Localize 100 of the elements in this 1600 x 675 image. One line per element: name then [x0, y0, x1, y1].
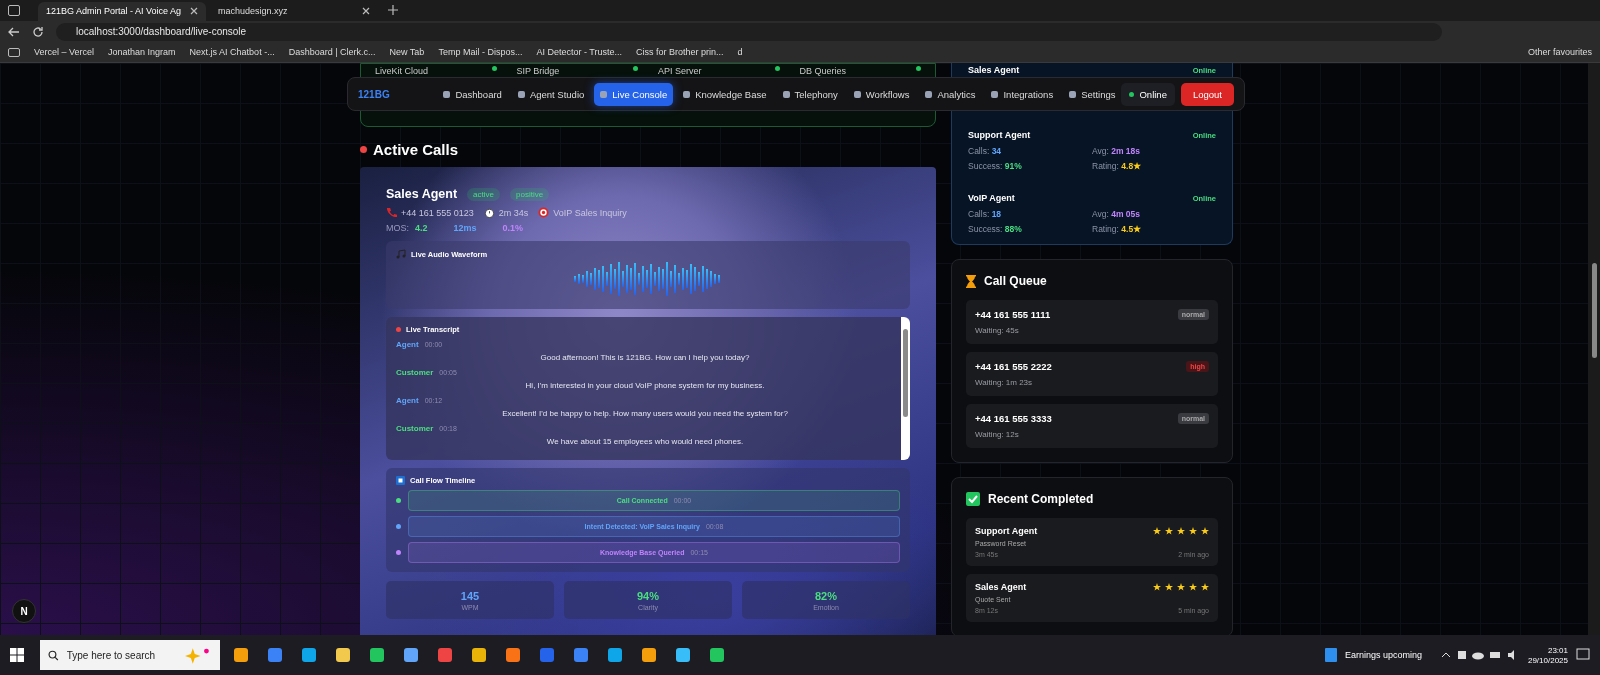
target-icon: [538, 207, 550, 218]
news-icon[interactable]: [1324, 648, 1337, 662]
other-favourites-link[interactable]: Other favourites: [1527, 47, 1592, 58]
bookmark-link[interactable]: Jonathan Ingram: [108, 47, 176, 58]
status-tag: active: [467, 187, 500, 201]
close-icon[interactable]: [190, 7, 198, 16]
live-dot-icon: [396, 327, 401, 332]
transcript-message: We have about 15 employees who would need phones.: [545, 437, 745, 446]
agent-name: Sales Agent: [968, 65, 1020, 75]
wait-time: Waiting: 45s: [975, 326, 1020, 335]
notification-icon[interactable]: [1576, 648, 1590, 662]
clock-date: 29/10/2025: [1527, 655, 1568, 665]
agent-name: Sales Agent: [975, 582, 1027, 592]
call-intent: VoIP Sales Inquiry: [553, 207, 627, 218]
sparkle-icon: [184, 646, 212, 664]
agent-name: Sales Agent: [386, 187, 458, 201]
card-title: Call Queue: [984, 274, 1047, 288]
taskbar-search-field[interactable]: Type here to search: [40, 640, 220, 670]
search-input[interactable]: Type here to search: [64, 648, 179, 662]
agent-stat: Success: 88%: [968, 224, 1023, 234]
star-icon: [1177, 583, 1185, 591]
tab-actions-icon[interactable]: [8, 4, 20, 16]
bookmark-bar-icon[interactable]: [8, 47, 20, 57]
wait-time: Waiting: 12s: [975, 430, 1020, 439]
star-icon: [1165, 527, 1173, 535]
search-icon: [48, 649, 59, 661]
agent-stat: Avg: 2m 18s: [1092, 146, 1142, 156]
status-dot-icon: [774, 66, 780, 71]
star-icon: [1189, 583, 1197, 591]
browser-tab[interactable]: machudesign.xyz: [210, 1, 378, 21]
speaker-name: Customer: [396, 368, 434, 377]
back-icon[interactable]: [8, 25, 20, 38]
hourglass-icon: [966, 274, 976, 288]
scrollbar[interactable]: [901, 317, 910, 460]
nav-tab[interactable]: Analytics: [919, 82, 982, 106]
phone-icon: [386, 207, 397, 218]
agent-stat: Rating: 4.8★: [1092, 161, 1143, 171]
windows-start-icon[interactable]: [10, 648, 24, 662]
address-bar[interactable]: localhost:3000/dashboard/live-console: [56, 22, 1442, 41]
agent-stat: Avg: 4m 05s: [1092, 209, 1142, 219]
new-tab-icon[interactable]: [388, 5, 398, 16]
close-icon[interactable]: [362, 7, 370, 16]
agent-name: Support Agent: [968, 130, 1031, 140]
live-dot-icon: [360, 146, 367, 153]
transcript-message: Excellent! I'd be happy to help. How many users would you need the system for?: [501, 409, 789, 418]
service-name: DB Queries: [799, 66, 847, 76]
star-icon: [1153, 583, 1161, 591]
metric-label: MOS:: [386, 223, 409, 233]
timeline-icon: [396, 476, 405, 485]
bookmark-link[interactable]: Ciss for Brother prin...: [635, 47, 724, 58]
star-icon: [1153, 527, 1161, 535]
page-scrollbar[interactable]: [1588, 63, 1600, 635]
nav-tab[interactable]: Workflows: [847, 82, 916, 106]
stat-value: 94%: [637, 589, 659, 602]
transcript-message: Hi, I'm interested in your cloud VoIP phone system for my business.: [524, 381, 766, 390]
status-tag: positive: [510, 187, 550, 201]
agent-stat: Calls: 18: [968, 209, 1003, 219]
browser-tab[interactable]: 121BG Admin Portal - AI Voice Ag: [38, 1, 206, 21]
agent-stat: Calls: 34: [968, 146, 1003, 156]
agent-name: Support Agent: [975, 526, 1038, 536]
star-icon: [1165, 583, 1173, 591]
speaker-name: Agent: [396, 340, 419, 349]
nav-tab[interactable]: Integrations: [985, 82, 1060, 106]
section-title: Active Calls: [373, 141, 459, 158]
stat-value: 82%: [815, 589, 837, 602]
nav-tab[interactable]: Knowledge Base: [677, 82, 773, 106]
bookmark-link[interactable]: d: [737, 47, 743, 58]
phone-number: +44 161 555 0123: [401, 207, 474, 218]
nav-tab[interactable]: Telephony: [776, 82, 844, 106]
nav-tab[interactable]: Agent Studio: [511, 82, 591, 106]
nav-tab[interactable]: Settings: [1063, 82, 1122, 106]
logo: 121BG: [358, 88, 391, 100]
agent-stat: Rating: 4.5★: [1092, 224, 1143, 234]
speaker-name: Agent: [396, 396, 419, 405]
status-dot-icon: [916, 66, 921, 71]
nav-tab[interactable]: Live Console: [594, 82, 674, 106]
bookmark-link[interactable]: AI Detector - Truste...: [536, 47, 622, 58]
star-icon: [1189, 527, 1197, 535]
wait-time: Waiting: 1m 23s: [975, 378, 1034, 387]
star-icon: [1177, 527, 1185, 535]
bookmark-link[interactable]: Vercel – Vercel: [34, 47, 95, 58]
checkmark-icon: [966, 492, 980, 506]
speaker-name: Customer: [396, 424, 434, 433]
service-name: API Server: [658, 66, 702, 76]
logout-button[interactable]: Logout: [1180, 82, 1234, 106]
bookmark-link[interactable]: New Tab: [389, 47, 425, 58]
call-duration: 2m 34s: [498, 207, 529, 218]
agent-name: VoIP Agent: [968, 193, 1015, 203]
reload-icon[interactable]: [32, 25, 44, 38]
status-dot-icon: [491, 66, 497, 71]
bookmark-link[interactable]: Temp Mail - Dispos...: [438, 47, 523, 58]
service-name: SIP Bridge: [516, 66, 560, 76]
dev-indicator-button[interactable]: N: [12, 599, 36, 623]
news-widget-text[interactable]: Earnings upcoming: [1344, 650, 1422, 660]
stat-value: 145: [460, 589, 480, 602]
nav-tab[interactable]: Dashboard: [437, 82, 508, 106]
bookmark-link[interactable]: Dashboard | Clerk.c...: [288, 47, 376, 58]
bookmark-link[interactable]: Next.js AI Chatbot -...: [189, 47, 275, 58]
transcript-message: Good afternoon! This is 121BG. How can I help you today?: [539, 353, 751, 362]
online-status: Online: [1121, 82, 1175, 106]
